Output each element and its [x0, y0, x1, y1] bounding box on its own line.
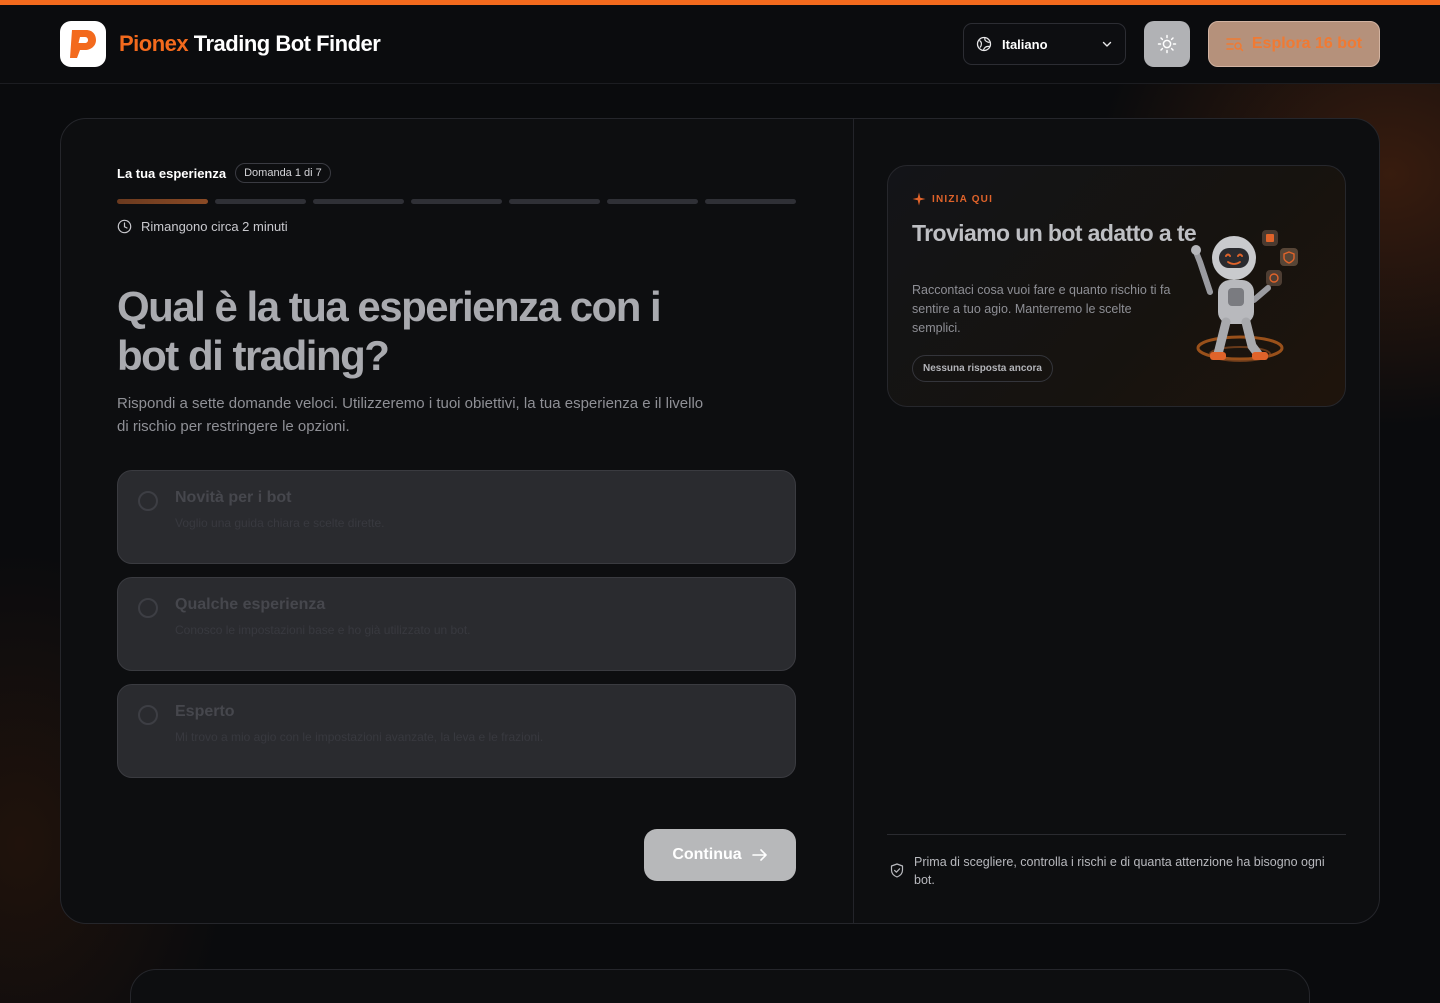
summary-pane: INIZIA QUI Troviamo un bot adatto a te R… — [854, 119, 1379, 923]
option-description: Conosco le impostazioni base e ho già ut… — [175, 623, 471, 637]
arrow-right-icon — [751, 849, 767, 861]
question-subtitle: Rispondi a sette domande veloci. Utilizz… — [117, 395, 704, 435]
robot-mascot-illustration — [1191, 230, 1298, 362]
brand-rest: Trading Bot Finder — [188, 31, 381, 56]
option-radio[interactable] — [138, 491, 158, 511]
option-title: Qualche esperienza — [175, 596, 326, 613]
option-description: Voglio una guida chiara e scelte dirette… — [175, 516, 385, 530]
explore-bots-button[interactable]: Esplora 16 bot — [1208, 21, 1380, 67]
brand-accent: Pionex — [119, 31, 189, 56]
intro-text: Raccontaci cosa vuoi fare e quanto risch… — [912, 283, 1171, 335]
progress-bar — [117, 199, 803, 204]
option-title: Esperto — [175, 703, 235, 720]
theme-toggle-button[interactable] — [1144, 21, 1190, 67]
time-remaining: Rimangono circa 2 minuti — [117, 219, 288, 234]
intro-kicker: INIZIA QUI — [912, 192, 993, 206]
option-expert[interactable]: Esperto Mi trovo a mio agio con le impos… — [117, 684, 796, 778]
progress-segment — [607, 199, 698, 204]
question-title: Qual è la tua esperienza con i bot di tr… — [117, 283, 662, 379]
quiz-card: La tua esperienza Domanda 1 di 7 Rimango… — [60, 118, 1380, 924]
intro-card: INIZIA QUI Troviamo un bot adatto a te R… — [887, 165, 1346, 407]
option-new-to-bots[interactable]: Novità per i bot Voglio una guida chiara… — [117, 470, 796, 564]
continue-button[interactable]: Continua — [644, 829, 796, 881]
option-radio[interactable] — [138, 705, 158, 725]
logo-mark-icon — [70, 30, 96, 58]
progress-segment — [313, 199, 404, 204]
brand-title: Pionex Trading Bot Finder — [119, 31, 381, 57]
step-title: La tua esperienza — [117, 165, 227, 181]
disclaimer-text: Prima di scegliere, controlla i rischi e… — [914, 855, 1325, 887]
progress-segment — [117, 199, 208, 204]
next-section-card — [130, 969, 1310, 1003]
option-description: Mi trovo a mio agio con le impostazioni … — [175, 730, 544, 744]
pionex-logo[interactable] — [60, 21, 106, 67]
progress-segment — [705, 199, 796, 204]
chevron-down-icon — [1102, 41, 1112, 47]
clock-icon — [117, 219, 132, 234]
continue-label: Continua — [672, 846, 742, 863]
shield-check-icon — [890, 863, 904, 878]
sparkle-icon — [912, 192, 926, 206]
app-header: Pionex Trading Bot Finder Italiano Esplo… — [0, 5, 1440, 84]
question-pane: La tua esperienza Domanda 1 di 7 Rimango… — [61, 119, 853, 923]
option-radio[interactable] — [138, 598, 158, 618]
language-select[interactable]: Italiano — [963, 23, 1126, 65]
explore-bots-label: Esplora 16 bot — [1251, 35, 1363, 52]
language-selected: Italiano — [1002, 36, 1048, 52]
step-badge: Domanda 1 di 7 — [235, 163, 331, 183]
intro-kicker-text: INIZIA QUI — [932, 193, 994, 205]
answers-status-chip: Nessuna risposta ancora — [912, 355, 1053, 382]
globe-icon — [976, 36, 992, 52]
progress-segment — [215, 199, 306, 204]
progress-segment — [411, 199, 502, 204]
time-remaining-text: Rimangono circa 2 minuti — [141, 219, 288, 234]
option-some-experience[interactable]: Qualche esperienza Conosco le impostazio… — [117, 577, 796, 671]
step-header: La tua esperienza Domanda 1 di 7 — [117, 163, 331, 183]
sun-icon — [1157, 34, 1177, 54]
list-search-icon — [1226, 38, 1244, 52]
option-title: Novità per i bot — [175, 489, 292, 506]
risk-disclaimer: Prima di scegliere, controlla i rischi e… — [890, 853, 1330, 889]
progress-segment — [509, 199, 600, 204]
disclaimer-divider — [887, 834, 1346, 835]
intro-title: Troviamo un bot adatto a te — [912, 220, 1197, 246]
